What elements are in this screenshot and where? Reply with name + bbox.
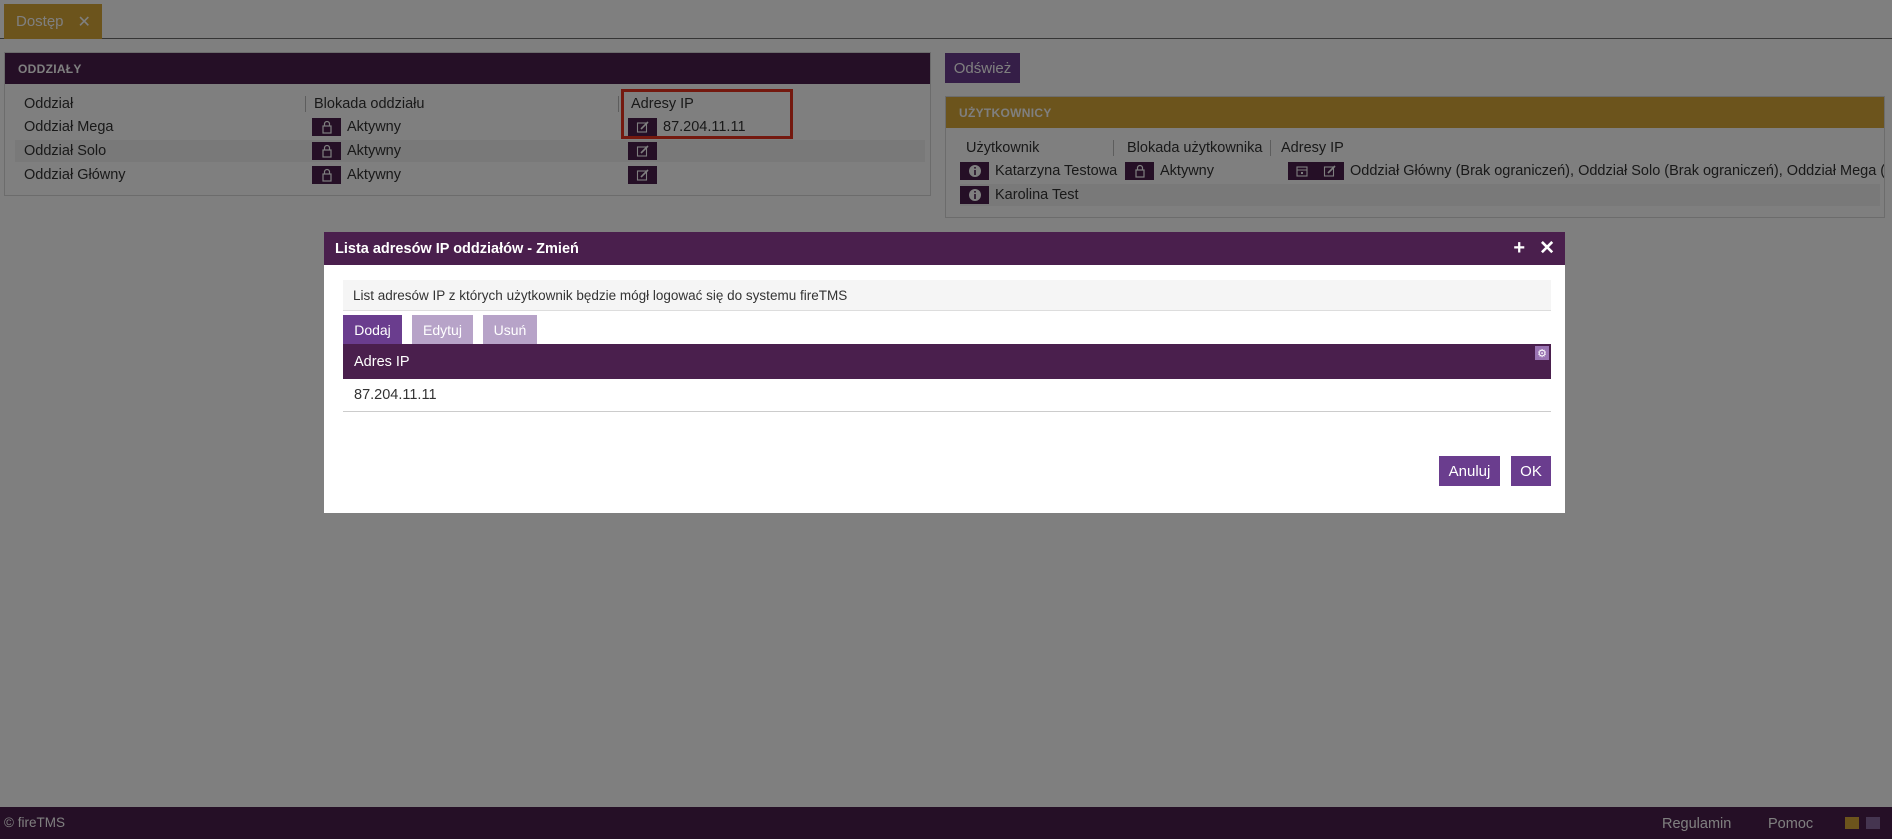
- add-button[interactable]: Dodaj: [343, 315, 402, 344]
- cancel-button[interactable]: Anuluj: [1439, 456, 1500, 486]
- ip-grid-header: Adres IP ⚙: [343, 344, 1551, 379]
- dialog-title: Lista adresów IP oddziałów - Zmień: [335, 240, 579, 257]
- dialog-toolbar: Dodaj Edytuj Usuń: [343, 315, 547, 344]
- ip-address-cell: 87.204.11.11: [354, 387, 437, 403]
- dialog-description: List adresów IP z których użytkownik będ…: [343, 280, 1551, 311]
- close-icon[interactable]: ✕: [1539, 237, 1555, 260]
- dialog-titlebar: Lista adresów IP oddziałów - Zmień + ✕: [324, 232, 1565, 265]
- ip-list-dialog: Lista adresów IP oddziałów - Zmień + ✕ L…: [324, 232, 1565, 513]
- gear-icon[interactable]: ⚙: [1535, 346, 1549, 360]
- edit-button[interactable]: Edytuj: [412, 315, 473, 344]
- ok-button[interactable]: OK: [1511, 456, 1551, 486]
- table-row[interactable]: 87.204.11.11: [343, 379, 1551, 412]
- maximize-icon[interactable]: +: [1513, 237, 1525, 260]
- column-header-ip[interactable]: Adres IP: [354, 354, 410, 370]
- delete-button[interactable]: Usuń: [483, 315, 537, 344]
